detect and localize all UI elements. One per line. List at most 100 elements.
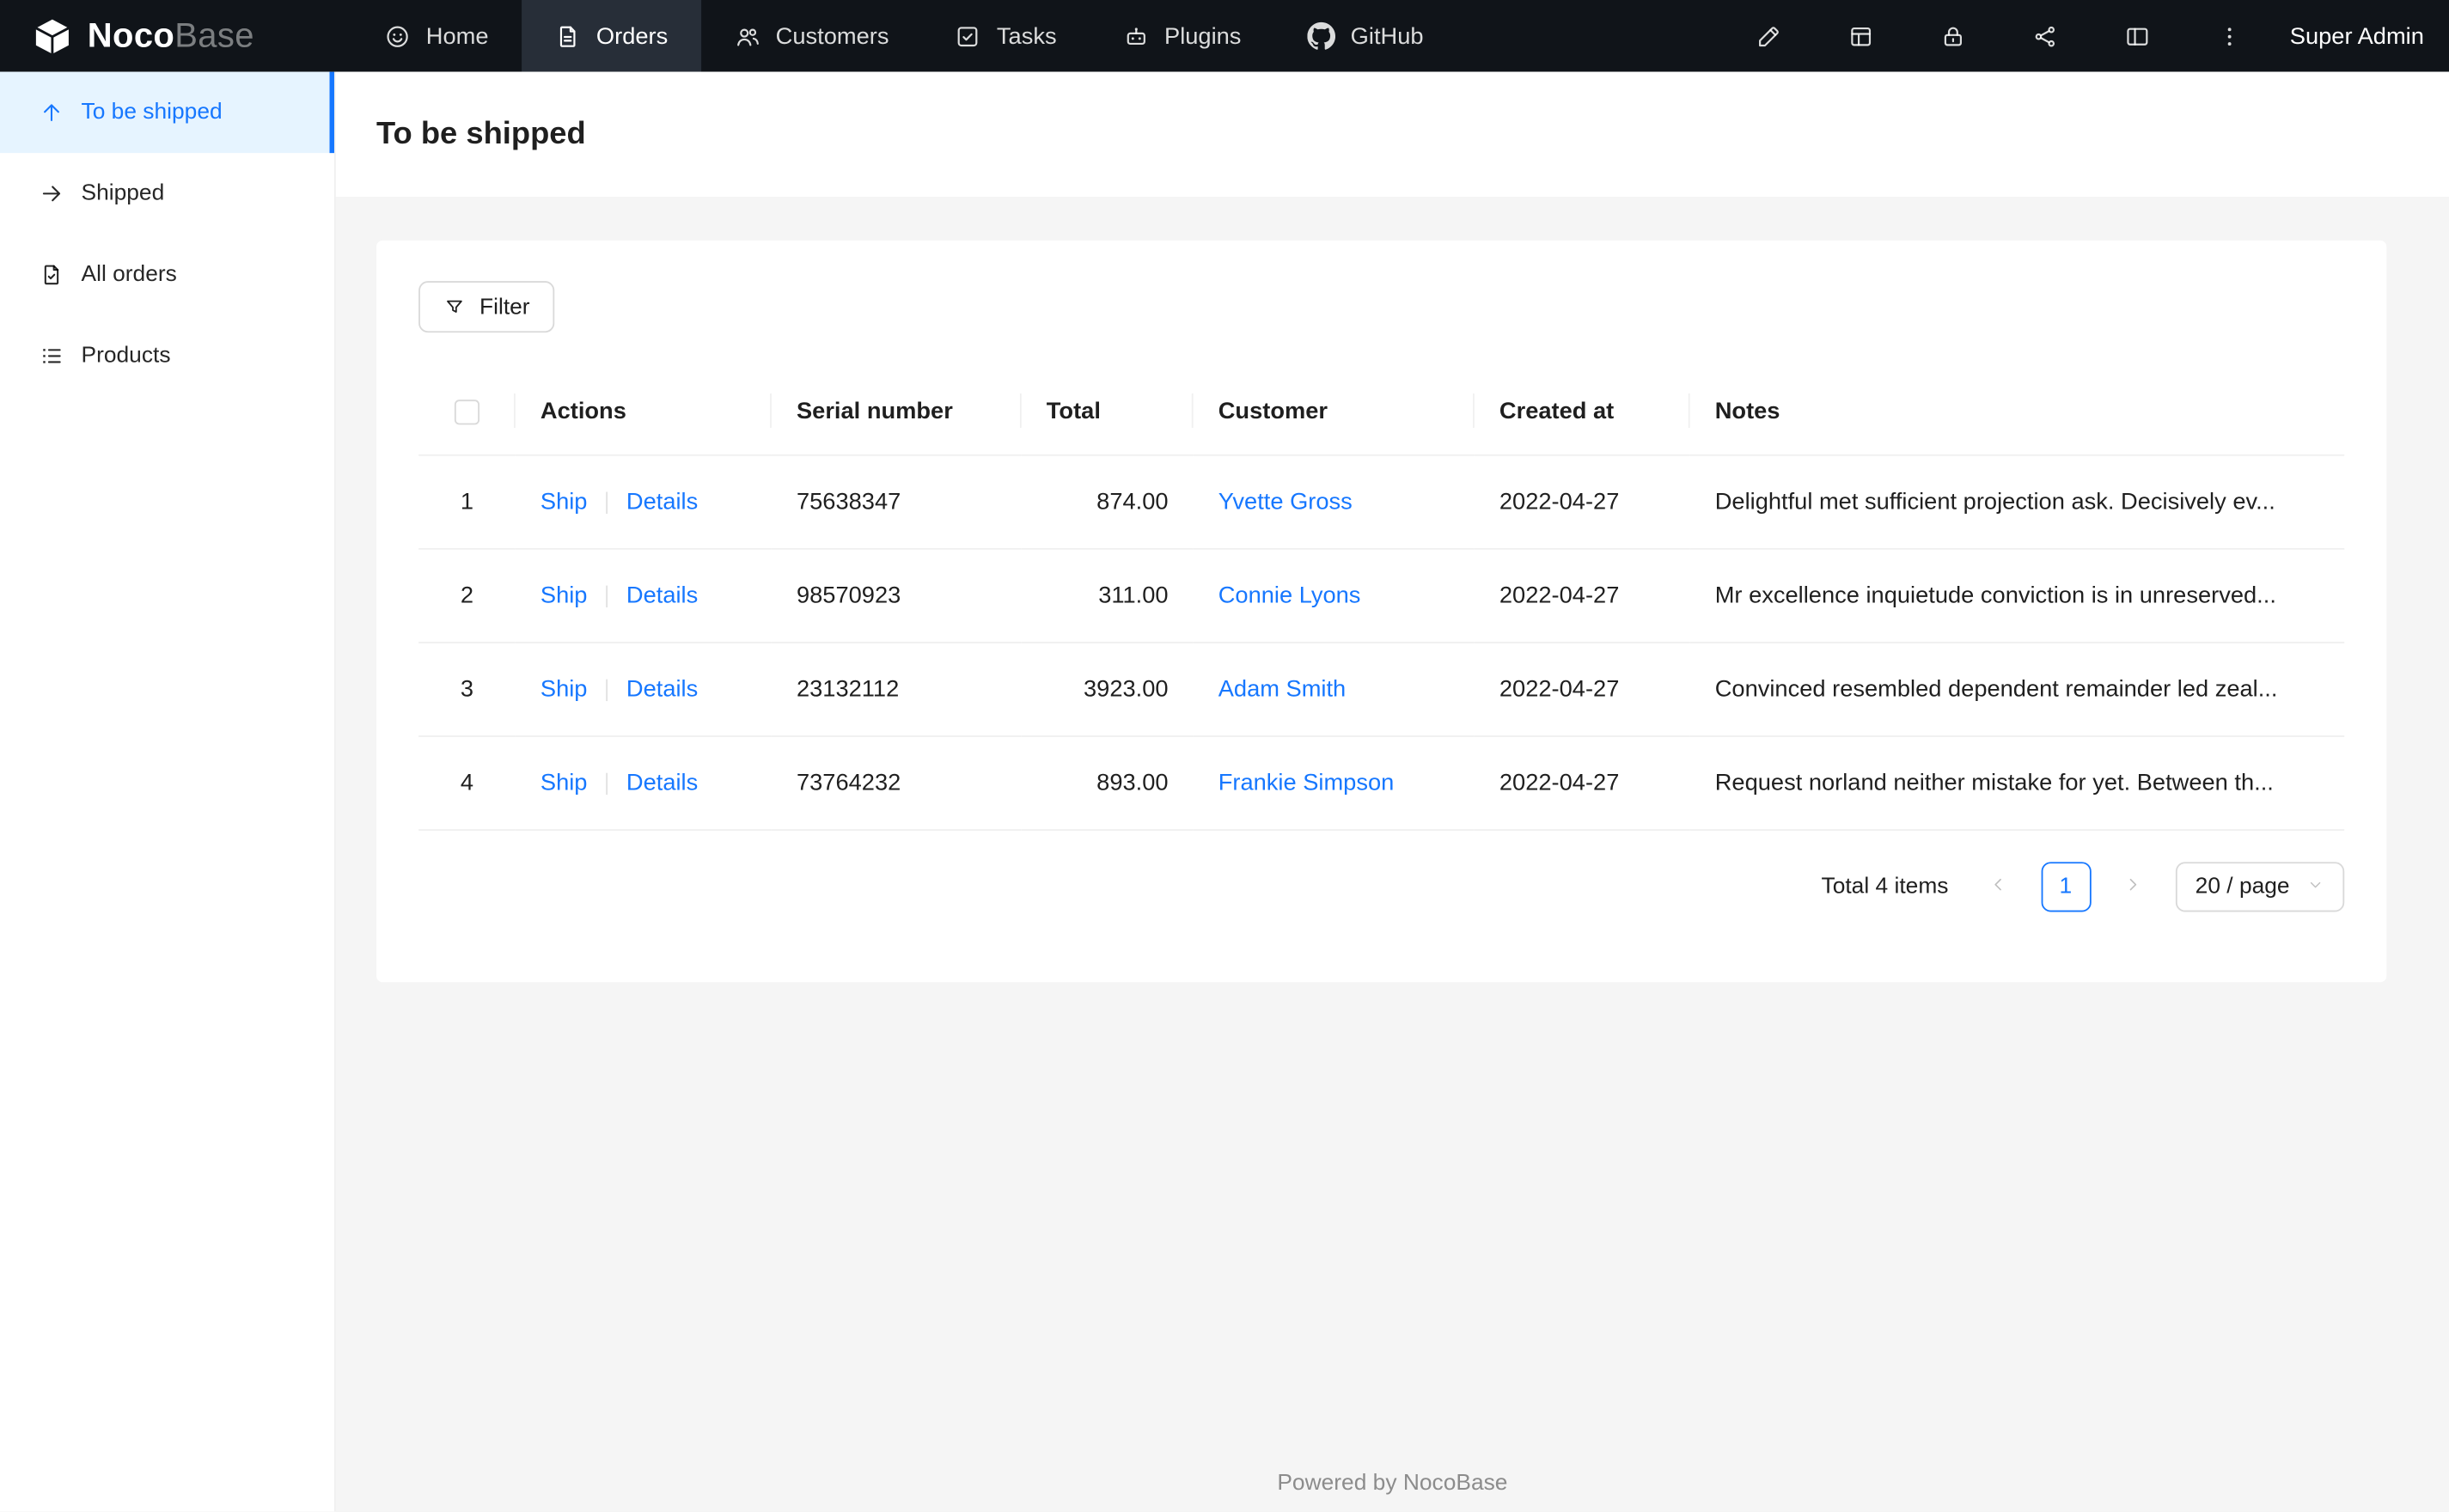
top-navbar: NocoBase Home Orders Customers Tasks Plu…: [0, 0, 2449, 72]
action-divider: [606, 678, 608, 701]
nav-item-orders[interactable]: Orders: [521, 0, 701, 72]
orders-file-icon: [554, 22, 581, 49]
previous-page-button[interactable]: [1974, 861, 2024, 911]
customer-cell: Frankie Simpson: [1193, 735, 1475, 831]
nav-item-customers[interactable]: Customers: [700, 0, 921, 72]
page-header: To be shipped: [335, 71, 2449, 198]
column-header-actions: Actions: [515, 368, 772, 455]
nav-item-label: Orders: [595, 22, 669, 50]
nav-item-github[interactable]: GitHub: [1274, 0, 1457, 72]
next-page-button[interactable]: [2108, 861, 2158, 911]
total-cell: 311.00: [1021, 547, 1194, 643]
actions-cell: Ship Details: [515, 735, 772, 831]
filter-button[interactable]: Filter: [418, 281, 555, 333]
sidebar-item-to-be-shipped[interactable]: To be shipped: [0, 71, 334, 154]
notes-cell: Mr excellence inquietude conviction is i…: [1689, 547, 2345, 643]
sidebar-item-products[interactable]: Products: [0, 315, 334, 397]
created-at-cell: 2022-04-27: [1474, 547, 1690, 643]
total-cell: 3923.00: [1021, 642, 1194, 736]
nav-item-home[interactable]: Home: [351, 0, 522, 72]
nav-item-label: Plugins: [1164, 22, 1242, 50]
tasks-check-icon: [955, 22, 981, 49]
api-nodes-icon: [2032, 22, 2059, 49]
filter-button-label: Filter: [479, 294, 530, 320]
action-divider: [606, 491, 608, 514]
page-size-select[interactable]: 20 / page: [2175, 861, 2345, 911]
arrow-up-icon: [39, 100, 64, 125]
sidebar: To be shipped Shipped All orders Product…: [0, 71, 336, 1512]
column-header-customer: Customer: [1193, 368, 1475, 455]
row-index: 4: [418, 735, 516, 831]
actions-cell: Ship Details: [515, 547, 772, 643]
table-header-row: Actions Serial number Total Customer Cre…: [418, 368, 2345, 455]
pagination: Total 4 items 1 20 / page: [418, 861, 2345, 911]
created-at-cell: 2022-04-27: [1474, 642, 1690, 736]
details-link[interactable]: Details: [626, 582, 698, 608]
more-button[interactable]: [2183, 0, 2275, 72]
sidebar-item-label: Shipped: [81, 180, 165, 206]
sidebar-item-label: To be shipped: [81, 100, 223, 125]
column-header-created-at: Created at: [1474, 368, 1690, 455]
sidebar-item-shipped[interactable]: Shipped: [0, 153, 334, 235]
ship-link[interactable]: Ship: [540, 675, 588, 702]
nav-item-label: Tasks: [996, 22, 1057, 50]
column-header-notes: Notes: [1689, 368, 2345, 455]
highlighter-icon: [1756, 22, 1782, 49]
ui-editor-button[interactable]: [1723, 0, 1815, 72]
ship-link[interactable]: Ship: [540, 582, 588, 608]
orders-table: Actions Serial number Total Customer Cre…: [418, 368, 2345, 831]
orders-card: Filter Actions Serial number Total Custo…: [376, 240, 2387, 982]
table-row: 2 Ship Details 98570923 311.00 Connie Lyo…: [418, 547, 2345, 643]
table-row: 4 Ship Details 73764232 893.00 Frankie Si…: [418, 735, 2345, 831]
serial-number-cell: 73764232: [771, 735, 1022, 831]
ship-link[interactable]: Ship: [540, 488, 588, 515]
nav-item-plugins[interactable]: Plugins: [1090, 0, 1274, 72]
github-icon: [1306, 21, 1335, 50]
column-header-total: Total: [1021, 368, 1194, 455]
table-row: 1 Ship Details 75638347 874.00 Yvette Gro…: [418, 454, 2345, 549]
main-nav: Home Orders Customers Tasks Plugins GitH…: [351, 0, 1457, 72]
sidebar-item-all-orders[interactable]: All orders: [0, 235, 334, 316]
nocobase-logo[interactable]: NocoBase: [0, 15, 285, 57]
row-index: 1: [418, 454, 516, 549]
chevron-down-icon: [2307, 874, 2324, 899]
serial-number-cell: 98570923: [771, 547, 1022, 643]
customers-people-icon: [734, 22, 760, 49]
serial-number-cell: 75638347: [771, 454, 1022, 549]
pagination-total: Total 4 items: [1821, 873, 1949, 899]
details-link[interactable]: Details: [626, 488, 698, 515]
page-size-label: 20 / page: [2195, 873, 2290, 899]
footer-text: Powered by NocoBase: [1277, 1471, 1508, 1497]
action-divider: [606, 584, 608, 607]
app-root: NocoBase Home Orders Customers Tasks Plu…: [0, 0, 2449, 1512]
actions-cell: Ship Details: [515, 642, 772, 736]
filter-funnel-icon: [443, 296, 465, 317]
select-all-checkbox[interactable]: [454, 399, 480, 424]
created-at-cell: 2022-04-27: [1474, 735, 1690, 831]
permissions-button[interactable]: [1907, 0, 1999, 72]
page-number-button[interactable]: 1: [2040, 861, 2091, 911]
sidebar-item-label: Products: [81, 343, 171, 369]
api-button[interactable]: [2000, 0, 2092, 72]
nav-item-tasks[interactable]: Tasks: [922, 0, 1090, 72]
content-area: Filter Actions Serial number Total Custo…: [336, 197, 2449, 1512]
sidebar-item-label: All orders: [81, 262, 177, 288]
notes-cell: Convinced resembled dependent remainder …: [1689, 642, 2345, 736]
customer-cell: Adam Smith: [1193, 642, 1475, 736]
customer-link[interactable]: Connie Lyons: [1218, 582, 1361, 608]
user-menu[interactable]: Super Admin: [2275, 22, 2449, 49]
navbar-actions: Super Admin: [1723, 0, 2449, 72]
details-link[interactable]: Details: [626, 675, 698, 702]
customer-link[interactable]: Frankie Simpson: [1218, 769, 1395, 796]
collections-button[interactable]: [1815, 0, 1907, 72]
arrow-right-icon: [39, 181, 64, 206]
total-cell: 874.00: [1021, 454, 1194, 549]
layout-button[interactable]: [2092, 0, 2183, 72]
ship-link[interactable]: Ship: [540, 769, 588, 796]
customer-link[interactable]: Yvette Gross: [1218, 488, 1353, 515]
customer-link[interactable]: Adam Smith: [1218, 675, 1347, 702]
details-link[interactable]: Details: [626, 769, 698, 796]
collections-table-icon: [1847, 22, 1874, 49]
table-row: 3 Ship Details 23132112 3923.00 Adam Smit…: [418, 642, 2345, 736]
app-body: To be shipped Shipped All orders Product…: [0, 71, 2449, 1512]
